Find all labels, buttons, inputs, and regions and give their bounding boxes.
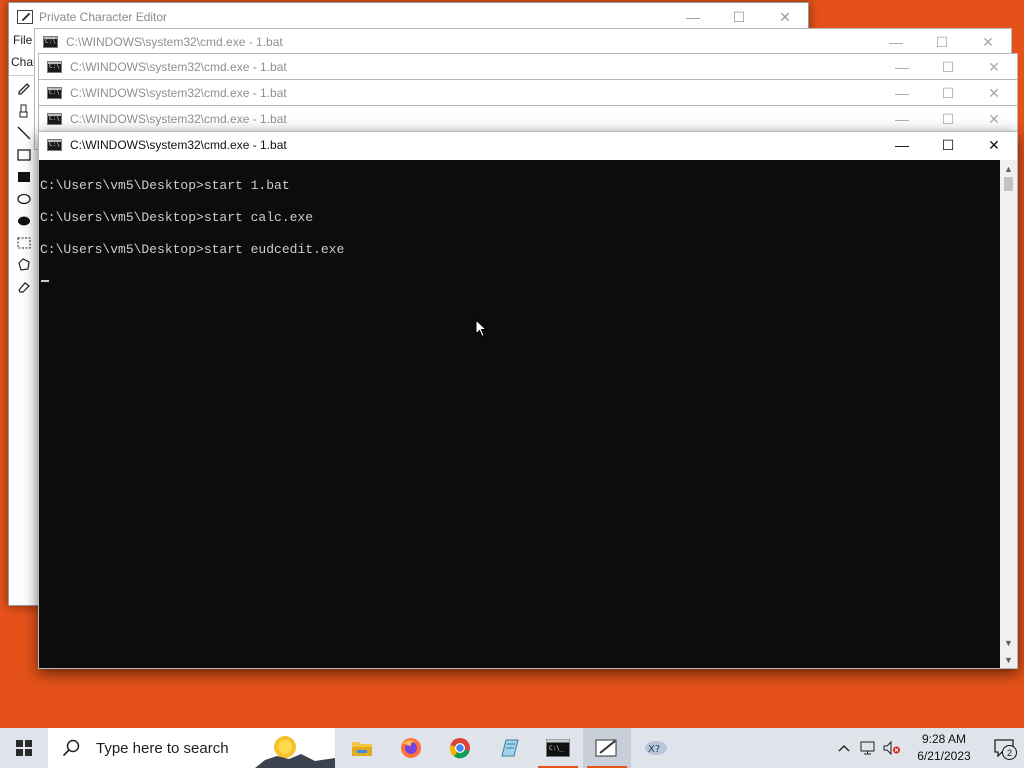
close-button[interactable]: ✕: [971, 106, 1017, 132]
window-title: C:\WINDOWS\system32\cmd.exe - 1.bat: [70, 112, 287, 126]
chrome-button[interactable]: [436, 728, 484, 768]
minimize-button[interactable]: —: [879, 54, 925, 80]
search-box[interactable]: Type here to search: [48, 728, 335, 768]
maximize-button[interactable]: ☐: [919, 29, 965, 55]
app-icon: X?: [645, 741, 667, 755]
maximize-button[interactable]: ☐: [925, 54, 971, 80]
filled-rect-icon[interactable]: [16, 169, 32, 185]
close-button[interactable]: ✕: [971, 54, 1017, 80]
brush-icon[interactable]: [16, 103, 32, 119]
scroll-thumb[interactable]: [1004, 177, 1013, 191]
maximize-button[interactable]: ☐: [716, 3, 762, 31]
cmd-icon: C:\_: [546, 739, 570, 757]
chrome-icon: [449, 738, 470, 759]
console-output[interactable]: C:\Users\vm5\Desktop>start 1.bat C:\User…: [39, 160, 1000, 668]
search-icon: [62, 739, 80, 757]
close-button[interactable]: ✕: [762, 3, 808, 31]
cmd-icon: [47, 113, 62, 125]
rect-select-icon[interactable]: [16, 235, 32, 251]
start-button[interactable]: [0, 728, 48, 768]
minimize-button[interactable]: —: [670, 3, 716, 31]
close-button[interactable]: ✕: [971, 80, 1017, 106]
window-title: Private Character Editor: [39, 10, 168, 24]
scroll-down-arrow-icon[interactable]: ▼: [1000, 651, 1017, 668]
cmd-icon: [47, 139, 62, 151]
cmd-icon: [47, 87, 62, 99]
console-line: C:\Users\vm5\Desktop>start 1.bat: [40, 178, 290, 193]
title-bar[interactable]: C:\WINDOWS\system32\cmd.exe - 1.bat: [39, 106, 1017, 132]
notification-count-badge: 2: [1002, 745, 1017, 760]
freeform-select-icon[interactable]: [16, 257, 32, 273]
title-bar[interactable]: C:\WINDOWS\system32\cmd.exe - 1.bat: [39, 80, 1017, 106]
chevron-up-icon[interactable]: [832, 728, 856, 768]
app-button[interactable]: X?: [632, 728, 680, 768]
firefox-button[interactable]: [387, 728, 435, 768]
clock-time: 9:28 AM: [921, 732, 967, 746]
private-char-editor-taskbar-button[interactable]: [583, 728, 631, 768]
maximize-button[interactable]: ☐: [925, 106, 971, 132]
pencil-icon[interactable]: [16, 81, 32, 97]
file-explorer-icon: [352, 742, 372, 756]
window-title: C:\WINDOWS\system32\cmd.exe - 1.bat: [66, 35, 283, 49]
network-icon[interactable]: [856, 728, 880, 768]
hollow-ellipse-icon[interactable]: [16, 191, 32, 207]
scroll-down-arrow-icon[interactable]: ▼: [1000, 634, 1017, 651]
firefox-icon: [401, 738, 421, 758]
window-title: C:\WINDOWS\system32\cmd.exe - 1.bat: [70, 60, 287, 74]
notepad-button[interactable]: [485, 728, 533, 768]
taskbar: Type here to search C:\_ X? 9:28 AM 6/21…: [0, 728, 1024, 768]
minimize-button[interactable]: —: [879, 132, 925, 158]
mouse-pointer-icon: [475, 319, 487, 338]
system-tray: 9:28 AM 6/21/2023 2: [832, 728, 1024, 768]
maximize-button[interactable]: ☐: [925, 80, 971, 106]
notification-center-button[interactable]: 2: [984, 728, 1024, 768]
close-button[interactable]: ✕: [971, 132, 1017, 158]
console-line: C:\Users\vm5\Desktop>start calc.exe: [40, 210, 314, 225]
menu-file[interactable]: File: [13, 33, 32, 47]
svg-text:C:\_: C:\_: [549, 745, 564, 752]
window-title: C:\WINDOWS\system32\cmd.exe - 1.bat: [70, 86, 287, 100]
vertical-scrollbar[interactable]: ▲ ▼ ▼: [1000, 160, 1017, 668]
cmd-taskbar-button[interactable]: C:\_: [534, 728, 582, 768]
line-icon[interactable]: [16, 125, 32, 141]
svg-text:X?: X?: [648, 744, 660, 755]
search-highlight-image-icon: [255, 736, 335, 768]
private-char-editor-icon: [595, 739, 617, 757]
clock[interactable]: 9:28 AM 6/21/2023: [904, 728, 984, 768]
windows-logo-icon: [16, 740, 32, 756]
private-char-editor-icon: [17, 10, 33, 24]
text-cursor: [41, 280, 49, 282]
title-bar[interactable]: C:\WINDOWS\system32\cmd.exe - 1.bat: [39, 54, 1017, 80]
console-prompt-line[interactable]: [39, 274, 1000, 290]
minimize-button[interactable]: —: [879, 106, 925, 132]
console-line: C:\Users\vm5\Desktop>start eudcedit.exe: [40, 242, 345, 257]
scroll-up-arrow-icon[interactable]: ▲: [1000, 160, 1017, 177]
eraser-icon[interactable]: [16, 279, 32, 295]
filled-ellipse-icon[interactable]: [16, 213, 32, 229]
search-placeholder: Type here to search: [96, 739, 229, 757]
cmd-icon: [43, 36, 58, 48]
maximize-button[interactable]: ☐: [925, 132, 971, 158]
cmd-icon: [47, 61, 62, 73]
clock-date: 6/21/2023: [917, 749, 971, 763]
volume-muted-icon[interactable]: [880, 728, 904, 768]
toolbox: [13, 81, 35, 301]
notepad-icon: [501, 739, 519, 757]
title-bar[interactable]: C:\WINDOWS\system32\cmd.exe - 1.bat: [35, 29, 1011, 55]
title-bar[interactable]: C:\WINDOWS\system32\cmd.exe - 1.bat: [39, 132, 1017, 158]
cmd-window-active[interactable]: C:\WINDOWS\system32\cmd.exe - 1.bat — ☐ …: [38, 131, 1018, 669]
close-button[interactable]: ✕: [965, 29, 1011, 55]
minimize-button[interactable]: —: [879, 80, 925, 106]
hollow-rect-icon[interactable]: [16, 147, 32, 163]
file-explorer-button[interactable]: [338, 728, 386, 768]
window-title: C:\WINDOWS\system32\cmd.exe - 1.bat: [70, 138, 287, 152]
minimize-button[interactable]: —: [873, 29, 919, 55]
